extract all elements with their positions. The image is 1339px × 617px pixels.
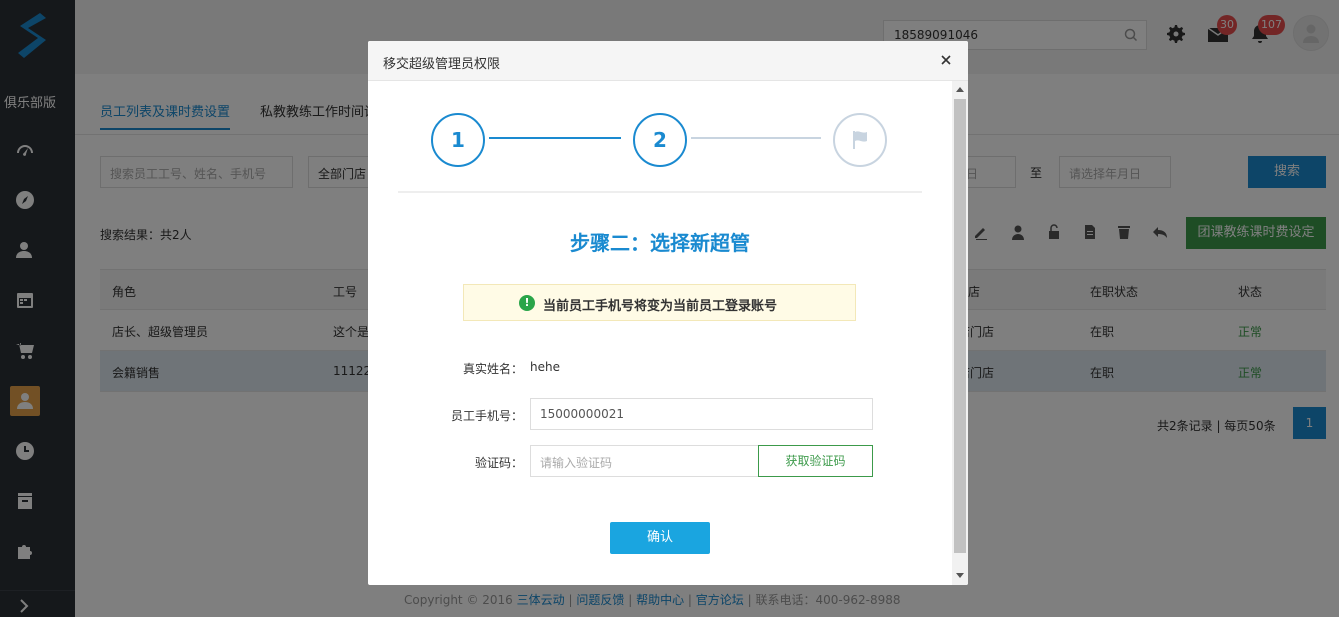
code-label: 验证码： bbox=[474, 456, 523, 470]
transfer-admin-dialog: 移交超级管理员权限 1 2 步骤二：选择新超管 ! 当前员工手机号将变为当前员工… bbox=[368, 41, 968, 585]
step-connector-done bbox=[489, 137, 621, 139]
confirm-button[interactable]: 确认 bbox=[610, 522, 710, 554]
name-value: hehe bbox=[530, 360, 560, 374]
dialog-header: 移交超级管理员权限 bbox=[368, 41, 968, 81]
notice-banner: ! 当前员工手机号将变为当前员工登录账号 bbox=[463, 284, 856, 321]
dialog-title: 移交超级管理员权限 bbox=[383, 57, 501, 72]
scroll-thumb[interactable] bbox=[954, 99, 966, 553]
get-code-button[interactable]: 获取验证码 bbox=[758, 445, 873, 477]
close-icon[interactable] bbox=[939, 53, 953, 67]
step-2-indicator: 2 bbox=[633, 113, 687, 167]
phone-label: 员工手机号： bbox=[450, 409, 523, 423]
info-icon: ! bbox=[519, 295, 535, 311]
phone-input[interactable]: 15000000021 bbox=[530, 398, 873, 430]
steps-divider bbox=[398, 191, 922, 193]
scroll-down-arrow[interactable] bbox=[956, 573, 964, 578]
name-label: 真实姓名： bbox=[462, 362, 523, 376]
dialog-scrollbar[interactable] bbox=[952, 81, 968, 585]
flag-icon bbox=[853, 131, 867, 149]
step-finish-indicator bbox=[833, 113, 887, 167]
step-title: 步骤二：选择新超管 bbox=[570, 231, 750, 255]
step-1-indicator: 1 bbox=[431, 113, 485, 167]
scroll-up-arrow[interactable] bbox=[956, 87, 964, 92]
notice-text: 当前员工手机号将变为当前员工登录账号 bbox=[543, 299, 778, 314]
verification-code-input[interactable]: 请输入验证码 bbox=[530, 445, 759, 477]
step-connector-todo bbox=[691, 137, 821, 139]
